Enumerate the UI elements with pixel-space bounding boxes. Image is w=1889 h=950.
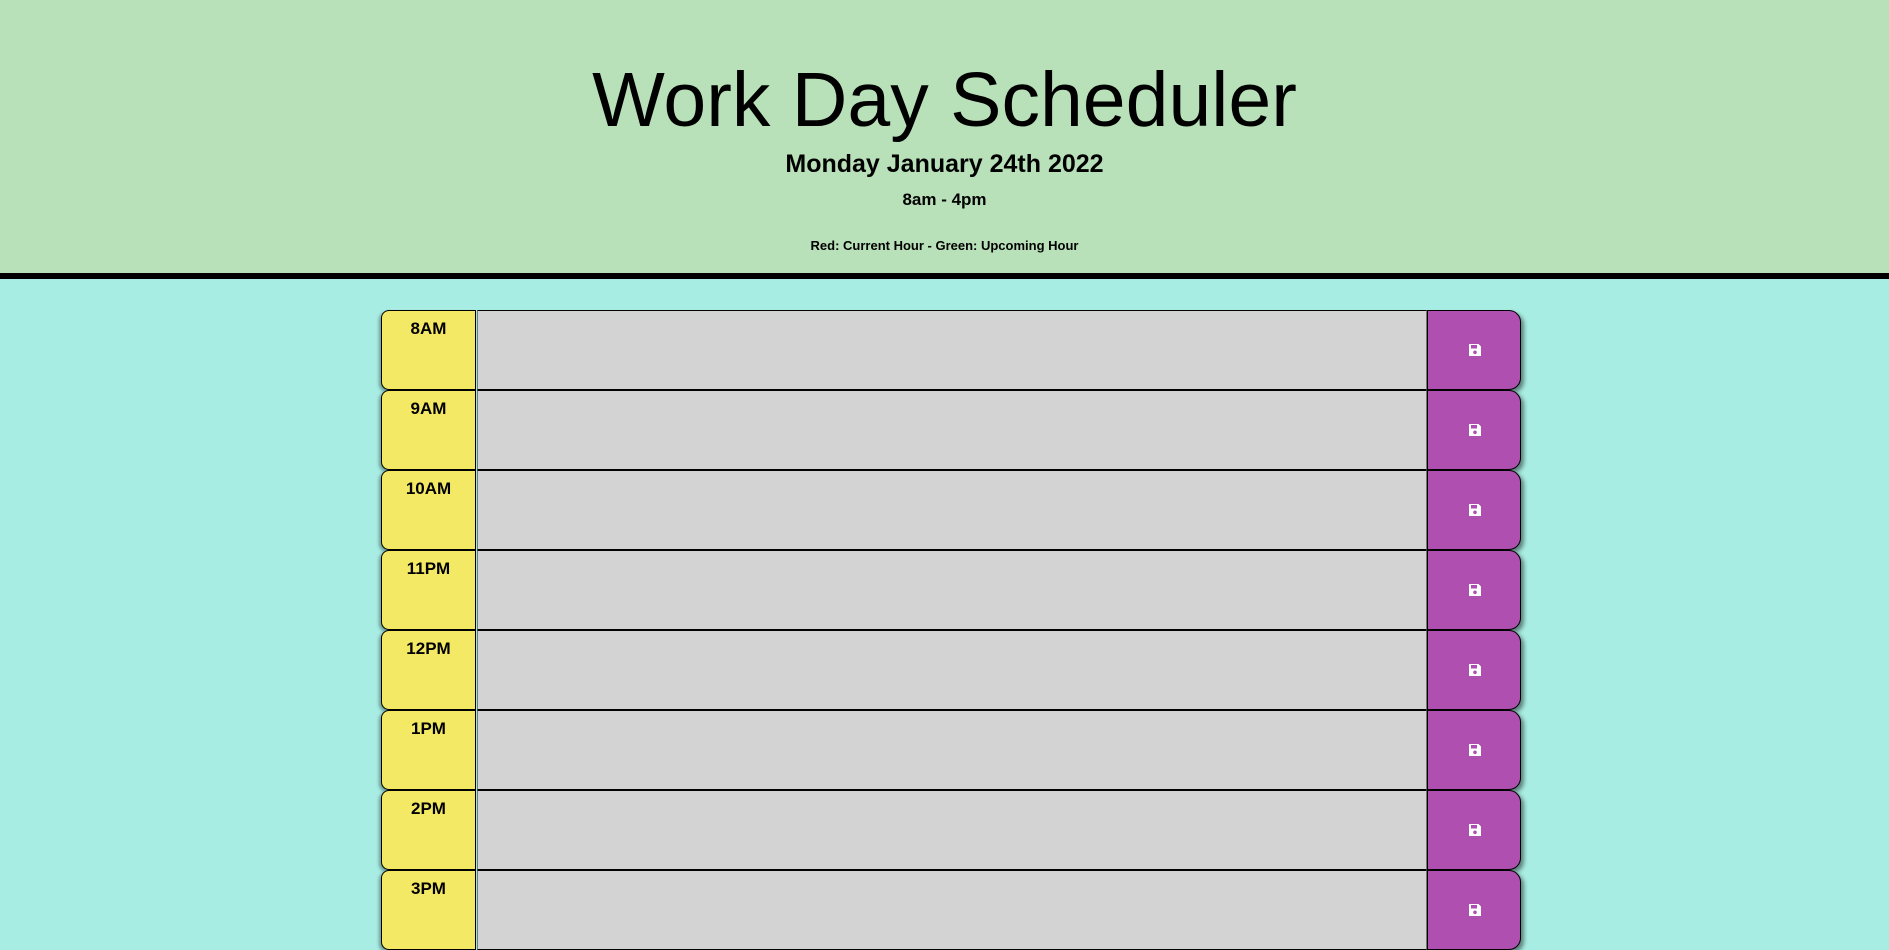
time-block-row: 10AM xyxy=(381,470,1522,550)
color-legend: Red: Current Hour - Green: Upcoming Hour xyxy=(810,238,1079,253)
time-block-row: 2PM xyxy=(381,790,1522,870)
task-input[interactable] xyxy=(477,390,1427,470)
save-button[interactable] xyxy=(1427,870,1521,950)
save-button[interactable] xyxy=(1427,470,1521,550)
floppy-disk-icon xyxy=(1469,504,1481,516)
hour-label: 8AM xyxy=(381,310,476,390)
time-block-row: 3PM xyxy=(381,870,1522,950)
save-button[interactable] xyxy=(1427,630,1521,710)
hour-label: 10AM xyxy=(381,470,476,550)
time-block-row: 12PM xyxy=(381,630,1522,710)
task-input[interactable] xyxy=(477,550,1427,630)
floppy-disk-icon xyxy=(1469,904,1481,916)
floppy-disk-icon xyxy=(1469,824,1481,836)
floppy-disk-icon xyxy=(1469,344,1481,356)
task-input[interactable] xyxy=(477,870,1427,950)
task-input[interactable] xyxy=(477,470,1427,550)
save-button[interactable] xyxy=(1427,550,1521,630)
time-block-row: 8AM xyxy=(381,310,1522,390)
save-button[interactable] xyxy=(1427,710,1521,790)
hour-label: 9AM xyxy=(381,390,476,470)
save-button[interactable] xyxy=(1427,390,1521,470)
task-input[interactable] xyxy=(477,710,1427,790)
work-hours: 8am - 4pm xyxy=(902,190,987,209)
task-input[interactable] xyxy=(477,630,1427,710)
hour-label: 1PM xyxy=(381,710,476,790)
floppy-disk-icon xyxy=(1469,664,1481,676)
save-button[interactable] xyxy=(1427,790,1521,870)
hour-label: 3PM xyxy=(381,870,476,950)
floppy-disk-icon xyxy=(1469,744,1481,756)
task-input[interactable] xyxy=(477,790,1427,870)
current-date: Monday January 24th 2022 xyxy=(785,150,1104,178)
time-block-row: 11PM xyxy=(381,550,1522,630)
schedule: 8AM 9AM 10AM 11PM 12PM 1PM 2PM 3PM xyxy=(381,310,1522,950)
floppy-disk-icon xyxy=(1469,424,1481,436)
page-header: Work Day Scheduler Monday January 24th 2… xyxy=(0,0,1889,279)
hour-label: 12PM xyxy=(381,630,476,710)
hour-label: 11PM xyxy=(381,550,476,630)
time-block-row: 9AM xyxy=(381,390,1522,470)
task-input[interactable] xyxy=(477,310,1427,390)
save-button[interactable] xyxy=(1427,310,1521,390)
time-block-row: 1PM xyxy=(381,710,1522,790)
hour-label: 2PM xyxy=(381,790,476,870)
page-title: Work Day Scheduler xyxy=(592,57,1297,143)
floppy-disk-icon xyxy=(1469,584,1481,596)
